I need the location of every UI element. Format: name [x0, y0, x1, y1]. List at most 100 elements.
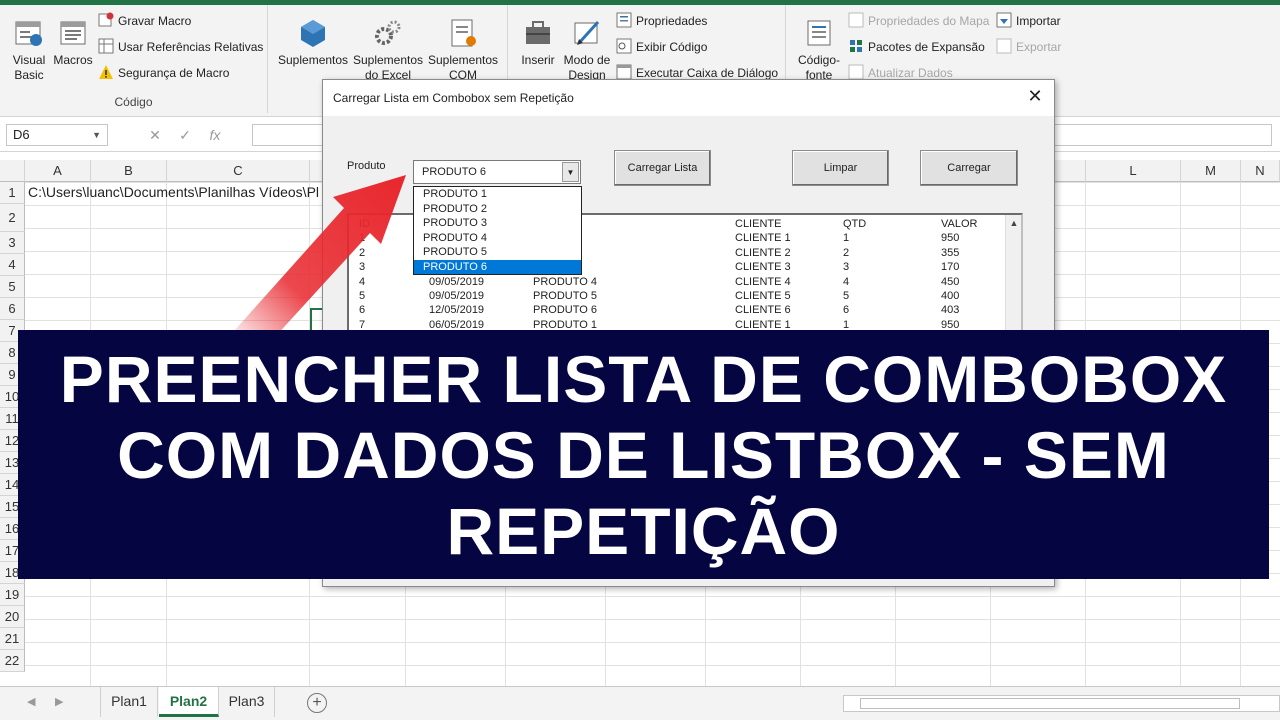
next-sheet-icon[interactable]: ▶ [55, 695, 63, 708]
listbox-cell: PRODUTO 4 [533, 275, 597, 288]
exibir-codigo-button[interactable]: Exibir Código [616, 37, 707, 57]
listbox-cell: 1 [359, 232, 366, 245]
dropdown-item[interactable]: PRODUTO 5 [414, 245, 581, 260]
row-header[interactable]: 2 [0, 204, 25, 232]
cell-a1[interactable]: C:\Users\luanc\Documents\Planilhas Vídeo… [28, 184, 319, 200]
listbox-cell: 09/05/2019 [429, 290, 485, 302]
column-header[interactable]: B [91, 160, 167, 182]
exportar-button[interactable]: Exportar [996, 37, 1061, 57]
listbox-cell: CLIENTE 5 [735, 290, 791, 302]
pacotes-expansao-label: Pacotes de Expansão [868, 40, 985, 54]
carregar-button[interactable]: Carregar [920, 150, 1018, 186]
row-header[interactable]: 1 [0, 182, 25, 204]
macros-button[interactable]: Macros [52, 11, 94, 68]
relative-references-icon [98, 38, 114, 54]
listbox-row[interactable]: 5 09/05/2019 PRODUTO 5 CLIENTE 5 5 400 [349, 289, 1009, 303]
dialog-title-bar: Carregar Lista em Combobox sem Repetição… [323, 80, 1054, 116]
listbox-cell: 450 [941, 275, 960, 288]
listbox-cell: 5 [843, 290, 850, 302]
dropdown-item[interactable]: PRODUTO 1 [414, 187, 581, 202]
prev-sheet-icon[interactable]: ◀ [27, 695, 35, 708]
tab-plan2[interactable]: Plan2 [159, 687, 219, 717]
inserir-button[interactable]: Inserir [516, 11, 560, 68]
listbox-row[interactable]: 6 12/05/2019 PRODUTO 6 CLIENTE 6 6 403 [349, 303, 1009, 317]
listbox-header-cell: CLIENTE [735, 218, 782, 230]
name-box[interactable]: D6 ▼ [6, 124, 108, 146]
com-addins-icon [451, 19, 476, 47]
warning-icon [99, 65, 113, 79]
row-header[interactable]: 4 [0, 254, 25, 276]
cancel-icon[interactable]: ✕ [140, 124, 170, 146]
column-header[interactable]: C [167, 160, 310, 182]
check-icon[interactable]: ✓ [170, 124, 200, 146]
group-codigo: Visual Basic Macros Gravar Macro Usar Re… [0, 5, 268, 113]
scroll-thumb[interactable] [860, 698, 1240, 709]
formula-icons: ✕ ✓ fx [140, 124, 250, 146]
tab-plan1[interactable]: Plan1 [100, 687, 158, 717]
listbox-row[interactable]: 4 09/05/2019 PRODUTO 4 CLIENTE 4 4 450 [349, 275, 1009, 289]
usar-referencias-label: Usar Referências Relativas [118, 40, 264, 54]
column-header[interactable]: A [25, 160, 91, 182]
record-macro-icon [98, 12, 114, 27]
row-header[interactable]: 20 [0, 606, 25, 628]
select-all-corner[interactable] [0, 160, 25, 182]
row-header[interactable]: 22 [0, 650, 25, 672]
produto-label: Produto [347, 160, 386, 172]
dropdown-item[interactable]: PRODUTO 3 [414, 216, 581, 231]
dropdown-item[interactable]: PRODUTO 2 [414, 202, 581, 217]
listbox-header-cell: ID [359, 218, 370, 230]
listbox-cell: 5 [359, 290, 366, 302]
map-properties-icon [848, 12, 864, 28]
tab-plan3[interactable]: Plan3 [219, 687, 275, 717]
importar-button[interactable]: Importar [996, 11, 1061, 31]
propriedades-do-mapa-button[interactable]: Propriedades do Mapa [848, 11, 989, 31]
column-header[interactable]: L [1086, 160, 1181, 182]
dialog-title: Carregar Lista em Combobox sem Repetição [333, 91, 574, 105]
row-header[interactable]: 3 [0, 232, 25, 254]
modo-de-design-button[interactable]: Modo de Design [560, 11, 614, 83]
run-dialog-icon [616, 64, 632, 80]
listbox-cell: 2 [843, 246, 850, 259]
propriedades-button[interactable]: Propriedades [616, 11, 707, 31]
visual-basic-icon [15, 21, 42, 46]
visual-basic-button[interactable]: Visual Basic [6, 11, 52, 83]
column-header[interactable]: M [1181, 160, 1241, 182]
suplementos-com-button[interactable]: Suplementos COM [426, 11, 500, 83]
visual-basic-label: Visual Basic [12, 53, 46, 82]
seguranca-de-macro-button[interactable]: Segurança de Macro [98, 63, 229, 83]
row-header[interactable]: 21 [0, 628, 25, 650]
row-header[interactable]: 5 [0, 276, 25, 298]
group-label-codigo: Código [114, 95, 153, 109]
produto-combobox[interactable]: PRODUTO 6 ▼ [413, 160, 581, 184]
listbox-cell: PRODUTO 5 [533, 290, 597, 302]
dropdown-item[interactable]: PRODUTO 4 [414, 231, 581, 246]
row-header[interactable]: 6 [0, 298, 25, 320]
column-header[interactable]: N [1241, 160, 1280, 182]
limpar-button[interactable]: Limpar [792, 150, 889, 186]
refresh-data-icon [848, 64, 864, 80]
title-banner: PREENCHER LISTA DE COMBOBOX COM DADOS DE… [18, 330, 1269, 579]
listbox-cell: CLIENTE 2 [735, 246, 791, 259]
close-icon[interactable]: ✕ [1024, 85, 1046, 107]
suplementos-excel-button[interactable]: Suplementos do Excel [352, 11, 424, 83]
macros-icon [60, 21, 86, 45]
listbox-cell: 950 [941, 232, 960, 245]
suplementos-button[interactable]: Suplementos [278, 11, 348, 68]
dropdown-item[interactable]: PRODUTO 6 [414, 259, 581, 274]
chevron-down-icon[interactable]: ▼ [562, 162, 579, 182]
carregar-lista-button[interactable]: Carregar Lista [614, 150, 711, 186]
chevron-down-icon: ▼ [92, 130, 101, 140]
add-sheet-icon[interactable]: + [307, 693, 327, 713]
fx-icon[interactable]: fx [200, 124, 230, 146]
gravar-macro-button[interactable]: Gravar Macro [98, 11, 191, 31]
listbox-cell: CLIENTE 1 [735, 232, 791, 245]
row-header[interactable]: 19 [0, 584, 25, 606]
listbox-header-cell: VALOR [941, 218, 978, 230]
atualizar-dados-label: Atualizar Dados [868, 66, 953, 80]
listbox-cell: 3 [843, 261, 850, 274]
usar-referencias-relativas-button[interactable]: Usar Referências Relativas [98, 37, 263, 57]
pacotes-de-expansao-button[interactable]: Pacotes de Expansão [848, 37, 985, 57]
codigo-fonte-button[interactable]: Código-fonte [792, 11, 846, 83]
horizontal-scrollbar[interactable] [843, 695, 1280, 712]
banner-line-2: COM DADOS DE LISTBOX - SEM [117, 417, 1170, 492]
